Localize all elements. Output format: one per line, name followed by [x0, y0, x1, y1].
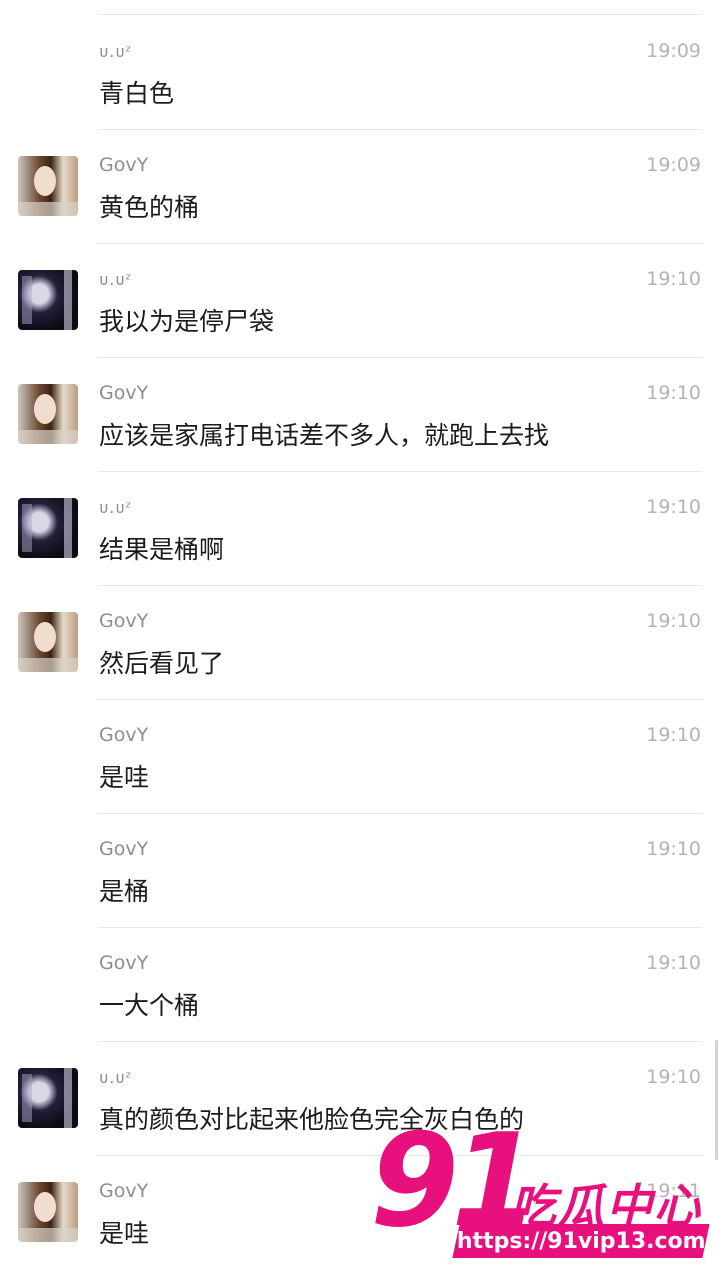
chat-message[interactable]: GovY 19:10 应该是家属打电话差不多人，就跑上去找: [0, 358, 720, 472]
sender-name: ᴜ.ᴜᶻ: [99, 42, 133, 61]
chat-message[interactable]: GovY 19:10 然后看见了: [0, 586, 720, 700]
sender-name: GovY: [99, 952, 149, 974]
sender-name: GovY: [99, 382, 149, 404]
avatar[interactable]: [18, 270, 78, 330]
chat-message[interactable]: ᴜ.ᴜᶻ 19:10 我以为是停尸袋: [0, 244, 720, 358]
sender-name: ᴜ.ᴜᶻ: [99, 498, 133, 517]
message-time: 19:10: [646, 610, 701, 632]
watermark-url: https://91vip13.com: [456, 1228, 706, 1254]
chat-message[interactable]: ᴜ.ᴜᶻ 19:10 结果是桶啊: [0, 472, 720, 586]
avatar[interactable]: [18, 1068, 78, 1128]
message-text: 是哇: [99, 1219, 150, 1248]
watermark-url-bar: https://91vip13.com: [452, 1224, 710, 1258]
message-time: 19:10: [646, 496, 701, 518]
message-text: 是哇: [99, 763, 150, 792]
message-time: 19:10: [646, 268, 701, 290]
sender-name: GovY: [99, 154, 149, 176]
avatar[interactable]: [18, 384, 78, 444]
message-text: 结果是桶啊: [99, 535, 225, 564]
watermark: 91 吃瓜中心 https://91vip13.com: [370, 1118, 716, 1278]
chat-message[interactable]: GovY 19:10 是桶: [0, 814, 720, 928]
message-time: 19:10: [646, 952, 701, 974]
message-text: 我以为是停尸袋: [99, 307, 275, 336]
message-text: 黄色的桶: [99, 193, 200, 222]
message-time: 19:10: [646, 1066, 701, 1088]
sender-name: GovY: [99, 1180, 149, 1202]
avatar[interactable]: [18, 498, 78, 558]
message-text: 青白色: [99, 79, 175, 108]
message-time: 19:10: [646, 838, 701, 860]
chat-message[interactable]: GovY 19:10 一大个桶: [0, 928, 720, 1042]
avatar[interactable]: [18, 612, 78, 672]
sender-name: GovY: [99, 838, 149, 860]
message-time: 19:09: [646, 40, 701, 62]
sender-name: ᴜ.ᴜᶻ: [99, 270, 133, 289]
message-text: 一大个桶: [99, 991, 200, 1020]
avatar[interactable]: [18, 1182, 78, 1242]
avatar[interactable]: [18, 156, 78, 216]
chat-message[interactable]: GovY 19:09 黄色的桶: [0, 130, 720, 244]
chat-message[interactable]: GovY 19:10 是哇: [0, 700, 720, 814]
sender-name: GovY: [99, 724, 149, 746]
sender-name: GovY: [99, 610, 149, 632]
chat-message[interactable]: ᴜ.ᴜᶻ 19:09 青白色: [0, 16, 720, 130]
message-text: 然后看见了: [99, 649, 225, 678]
message-time: 19:09: [646, 154, 701, 176]
message-text: 是桶: [99, 877, 150, 906]
message-time: 19:10: [646, 382, 701, 404]
message-time: 19:10: [646, 724, 701, 746]
sender-name: ᴜ.ᴜᶻ: [99, 1068, 133, 1087]
message-text: 应该是家属打电话差不多人，就跑上去找: [99, 421, 550, 450]
top-divider: [98, 14, 702, 15]
